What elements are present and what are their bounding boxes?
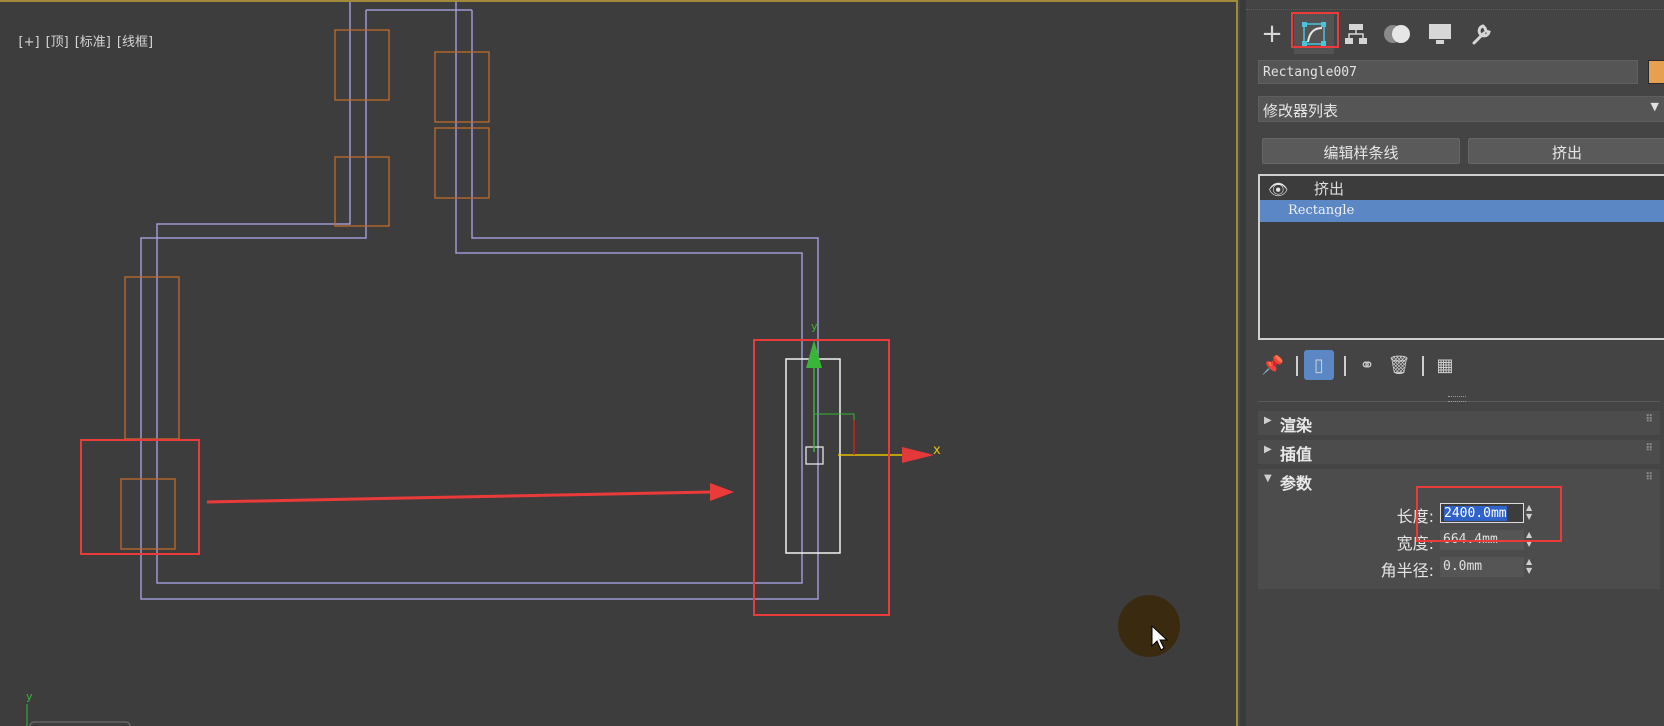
top-viewport[interactable]: [+] [顶] [标准] [线框] x y y <box>0 0 1238 726</box>
hierarchy-tab[interactable] <box>1336 14 1376 54</box>
orange-box-5[interactable] <box>124 276 180 440</box>
object-color-swatch[interactable] <box>1648 60 1664 84</box>
modifier-list-label: 修改器列表 <box>1263 102 1339 120</box>
show-end-result-icon[interactable]: ▯ <box>1304 350 1334 380</box>
motion-tab[interactable] <box>1378 14 1418 54</box>
remove-modifier-icon[interactable]: 🗑 <box>1384 350 1414 380</box>
spinner-icon[interactable]: ▲ ▼ <box>1526 503 1532 521</box>
orange-box-4[interactable] <box>334 156 390 227</box>
stack-item-extrude[interactable]: 👁 挤出 <box>1260 178 1664 200</box>
utilities-tab[interactable] <box>1462 14 1502 54</box>
expand-triangle-icon: ▶ <box>1264 444 1272 455</box>
edit-spline-button[interactable]: 编辑样条线 <box>1262 138 1460 164</box>
param-length-row: 长度: 2400.0mm ▲ ▼ <box>1258 502 1660 526</box>
object-name-field[interactable] <box>1258 60 1638 84</box>
utilities-wrench-icon <box>1472 24 1491 45</box>
divider-grip[interactable] <box>1448 396 1466 402</box>
drag-grip-icon: ⠿ <box>1645 443 1653 454</box>
selected-rectangle[interactable] <box>785 358 841 554</box>
create-plus-icon: + <box>1261 19 1283 49</box>
param-width-field[interactable]: 664.4mm <box>1440 530 1524 550</box>
collapse-triangle-icon: ▼ <box>1264 473 1272 484</box>
gizmo-y-label: y <box>811 320 818 333</box>
parameters-body: 长度: 2400.0mm ▲ ▼ 宽度: 664.4mm ▲ ▼ 角半径: 0.0m… <box>1258 493 1660 589</box>
rollout-title: 参数 <box>1280 474 1313 493</box>
command-panel: + Rectangle007 修改器列表 ▼ 编辑样条线 挤出 👁 挤出 Rec… <box>1240 0 1664 726</box>
param-length-field[interactable]: 2400.0mm <box>1440 503 1524 523</box>
param-length-label: 长度: <box>1396 507 1434 526</box>
gizmo-x-arrow <box>902 447 934 463</box>
orange-box-1[interactable] <box>334 29 390 101</box>
drag-grip-icon: ⠿ <box>1645 472 1653 483</box>
stack-item-rectangle[interactable]: Rectangle <box>1260 200 1664 222</box>
chevron-down-icon: ▼ <box>1650 100 1659 113</box>
orange-box-3[interactable] <box>434 127 490 199</box>
annotation-arrow-line <box>206 490 713 504</box>
display-icon <box>1429 24 1451 44</box>
drag-grip-icon: ⠿ <box>1645 414 1653 425</box>
viewcube-fragment <box>29 721 131 726</box>
display-tab[interactable] <box>1420 14 1460 54</box>
stack-toolbar: 📌 ▯ ⚭ 🗑 ▦ <box>1258 350 1664 380</box>
param-width-row: 宽度: 664.4mm ▲ ▼ <box>1258 529 1660 553</box>
rollout-title: 插值 <box>1280 445 1313 464</box>
motion-icon <box>1384 25 1410 43</box>
param-length-value: 2400.0mm <box>1444 506 1507 521</box>
orange-box-2[interactable] <box>434 51 490 123</box>
rollout-parameters[interactable]: ▼ 参数 ⠿ <box>1258 469 1660 493</box>
make-unique-icon[interactable]: ⚭ <box>1352 350 1382 380</box>
orange-box-6[interactable] <box>120 478 176 550</box>
hierarchy-icon <box>1345 24 1367 44</box>
separator <box>1344 356 1346 376</box>
modify-icon <box>1302 22 1326 46</box>
pin-stack-icon[interactable]: 📌 <box>1258 350 1288 380</box>
param-width-label: 宽度: <box>1396 534 1434 553</box>
gizmo-y-arrow <box>806 340 822 368</box>
param-corner-radius-label: 角半径: <box>1380 561 1434 580</box>
panel-top-strip <box>1246 0 1664 10</box>
rollout-rendering[interactable]: ▶ 渲染 ⠿ <box>1258 411 1660 435</box>
annotation-arrow-head <box>710 483 734 501</box>
command-panel-tabs: + <box>1252 12 1662 54</box>
expand-triangle-icon: ▶ <box>1264 415 1272 426</box>
mouse-cursor-icon <box>1151 624 1169 651</box>
extrude-button[interactable]: 挤出 <box>1468 138 1664 164</box>
cursor-click-indicator <box>1118 595 1180 657</box>
param-width-value: 664.4mm <box>1443 532 1498 547</box>
configure-modifier-sets-icon[interactable]: ▦ <box>1430 350 1460 380</box>
modifier-list-dropdown[interactable]: 修改器列表 ▼ <box>1258 96 1664 122</box>
param-corner-radius-field[interactable]: 0.0mm <box>1440 557 1524 577</box>
rollout-title: 渲染 <box>1280 416 1313 435</box>
spinner-icon[interactable]: ▲ ▼ <box>1526 530 1532 548</box>
eye-icon[interactable]: 👁 <box>1268 180 1288 199</box>
wall-outline-outer[interactable] <box>140 10 819 600</box>
gizmo-plane-handle <box>814 413 855 455</box>
separator <box>1422 356 1424 376</box>
separator <box>1296 356 1298 376</box>
gizmo-x-label: x <box>933 443 941 458</box>
param-corner-radius-row: 角半径: 0.0mm ▲ ▼ <box>1258 556 1660 580</box>
create-tab[interactable]: + <box>1252 14 1292 54</box>
modifier-stack: 👁 挤出 Rectangle <box>1258 174 1664 340</box>
object-name-row <box>1258 60 1664 84</box>
rollout-interpolation[interactable]: ▶ 插值 ⠿ <box>1258 440 1660 464</box>
spinner-icon[interactable]: ▲ ▼ <box>1526 557 1532 575</box>
param-corner-radius-value: 0.0mm <box>1443 559 1483 574</box>
viewport-canvas[interactable] <box>0 2 1238 726</box>
stack-item-label: 挤出 <box>1314 180 1345 198</box>
modify-tab[interactable] <box>1294 14 1334 54</box>
corner-axis-label: y <box>26 690 33 703</box>
